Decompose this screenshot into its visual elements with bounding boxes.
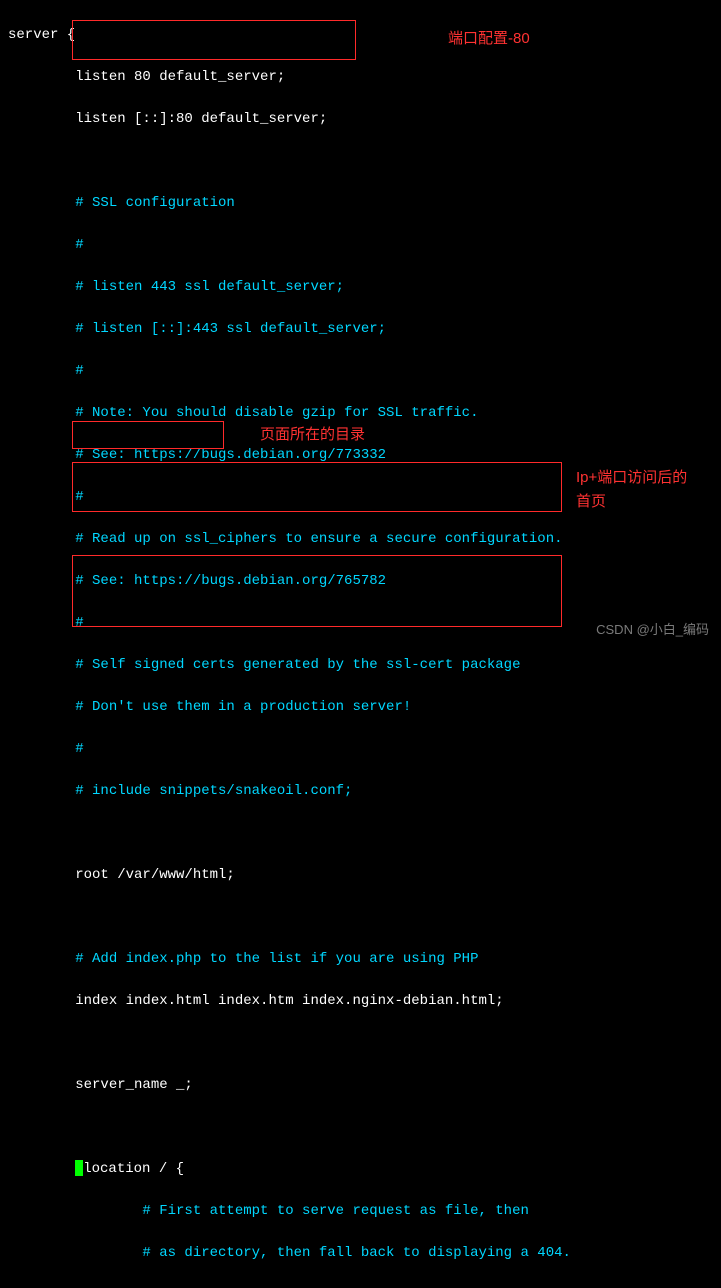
code-comment-bug2: # See: https://bugs.debian.org/765782 xyxy=(8,571,713,592)
code-blank xyxy=(8,1117,713,1138)
code-comment-gzip: # Note: You should disable gzip for SSL … xyxy=(8,403,713,424)
code-listen-80: listen 80 default_server; xyxy=(8,67,713,88)
code-listen-80-ipv6: listen [::]:80 default_server; xyxy=(8,109,713,130)
annotation-indexpage: Ip+端口访问后的首页 xyxy=(576,466,696,514)
code-blank xyxy=(8,151,713,172)
code-comment: # xyxy=(8,235,713,256)
code-comment-listen443-v6: # listen [::]:443 ssl default_server; xyxy=(8,319,713,340)
code-blank xyxy=(8,1033,713,1054)
code-blank xyxy=(8,823,713,844)
code-indent xyxy=(8,1161,75,1177)
code-comment-indexphp: # Add index.php to the list if you are u… xyxy=(8,949,713,970)
code-comment-snakeoil: # include snippets/snakeoil.conf; xyxy=(8,781,713,802)
code-location-text: location / { xyxy=(83,1161,184,1177)
code-comment-sslcert: # Self signed certs generated by the ssl… xyxy=(8,655,713,676)
annotation-port: 端口配置-80 xyxy=(448,27,530,48)
code-blank xyxy=(8,907,713,928)
code-location-open: location / { xyxy=(8,1159,713,1180)
code-comment-ssl-config: # SSL configuration xyxy=(8,193,713,214)
code-comment: # xyxy=(8,361,713,382)
code-try-files: try_files $uri $uri/ =404; xyxy=(8,1285,713,1288)
code-comment-sslciphers: # Read up on ssl_ciphers to ensure a sec… xyxy=(8,529,713,550)
terminal-pane: server { listen 80 default_server; liste… xyxy=(0,0,721,1288)
code-root-dir: root /var/www/html; xyxy=(8,865,713,886)
cursor-icon xyxy=(75,1160,83,1176)
annotation-rootdir: 页面所在的目录 xyxy=(260,423,365,444)
code-index-directive: index index.html index.htm index.nginx-d… xyxy=(8,991,713,1012)
code-comment-production: # Don't use them in a production server! xyxy=(8,697,713,718)
code-comment-bug1: # See: https://bugs.debian.org/773332 xyxy=(8,445,713,466)
code-comment: # xyxy=(8,739,713,760)
code-comment-listen443: # listen 443 ssl default_server; xyxy=(8,277,713,298)
code-server-name: server_name _; xyxy=(8,1075,713,1096)
code-comment-tryfile2: # as directory, then fall back to displa… xyxy=(8,1243,713,1264)
code-comment-tryfile1: # First attempt to serve request as file… xyxy=(8,1201,713,1222)
watermark: CSDN @小白_编码 xyxy=(596,619,709,638)
code-server-open: server { xyxy=(8,25,713,46)
